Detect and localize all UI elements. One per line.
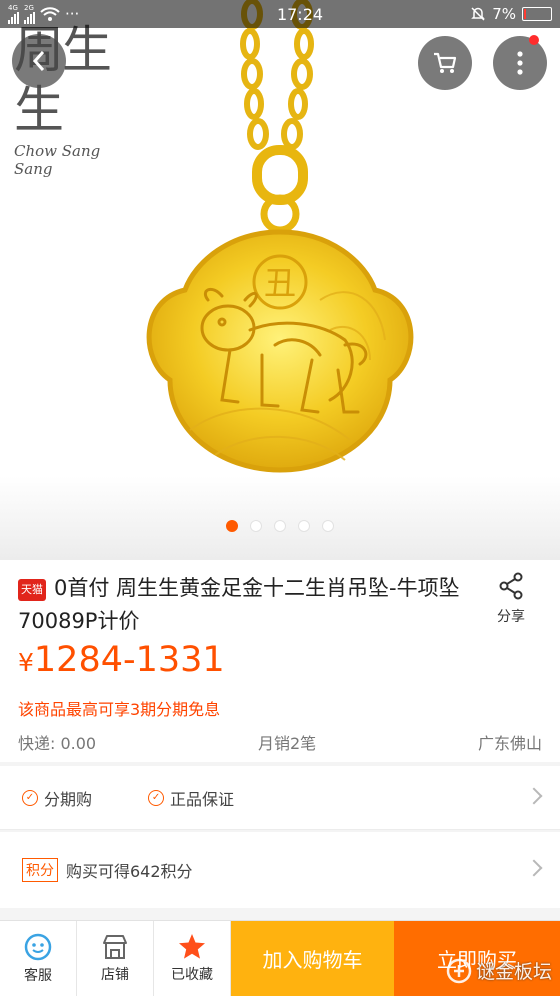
carousel-dot[interactable] xyxy=(250,520,262,532)
pendant-glyph: 丑 xyxy=(264,264,296,302)
product-title: 天猫 0首付 周生生黄金足金十二生肖吊坠-牛项坠70089P计价 xyxy=(18,572,478,638)
favorite-button[interactable]: 已收藏 xyxy=(154,921,231,996)
network-type-1: 4G xyxy=(8,3,18,12)
watermark-text: 谜金板坛 xyxy=(475,961,552,983)
store-label: 店铺 xyxy=(101,966,129,983)
installment-promo: 该商品最高可享3期分期免息 xyxy=(18,700,221,719)
carousel-dot[interactable] xyxy=(322,520,334,532)
points-text: 购买可得642积分 xyxy=(66,862,193,881)
gold-logo-icon xyxy=(446,958,472,983)
forum-watermark: 谜金板坛 xyxy=(446,957,552,984)
chevron-right-icon xyxy=(525,859,543,877)
brand-logo-english: Chow Sang Sang xyxy=(14,142,101,178)
battery-level-fill xyxy=(524,9,526,19)
tmall-badge: 天猫 xyxy=(18,579,46,601)
status-bar: 4G 2G ··· 17:24 7% xyxy=(0,0,560,28)
buy-now-button[interactable]: 立即购买 谜金板坛 xyxy=(394,921,560,996)
product-page: 丑 周生生 Chow Sang Sang xyxy=(0,0,560,996)
price-range: 1284-1331 xyxy=(33,640,225,680)
store-icon xyxy=(103,934,127,959)
more-options-button[interactable] xyxy=(493,36,547,90)
add-to-cart-button[interactable]: 加入购物车 xyxy=(231,921,394,996)
status-more-indicator: ··· xyxy=(65,5,80,23)
battery-percent: 7% xyxy=(492,5,516,23)
signal-indicator-2: 2G xyxy=(24,3,35,24)
notification-dot xyxy=(529,35,539,45)
monthly-sales: 月销2笔 xyxy=(257,734,317,753)
shopping-cart-icon xyxy=(434,52,457,73)
product-title-text: 0首付 周生生黄金足金十二生肖吊坠-牛项坠70089P计价 xyxy=(18,576,460,633)
service-authentic: ✓ 正品保证 xyxy=(148,786,234,810)
shipping-fee: 快递: 0.00 xyxy=(18,734,97,753)
share-icon xyxy=(499,572,523,600)
check-circle-icon: ✓ xyxy=(148,789,165,806)
store-button[interactable]: 店铺 xyxy=(77,921,154,996)
signal-bars-icon xyxy=(24,11,35,24)
service-label: 正品保证 xyxy=(170,789,235,809)
service-installment: ✓ 分期购 xyxy=(22,786,92,810)
chevron-right-icon xyxy=(525,787,543,804)
network-type-2: 2G xyxy=(24,3,34,12)
favorite-label: 已收藏 xyxy=(171,967,213,983)
carousel-indicator xyxy=(0,520,560,532)
customer-service-button[interactable]: 客服 xyxy=(0,921,77,996)
product-info-panel: 天猫 0首付 周生生黄金足金十二生肖吊坠-牛项坠70089P计价 分享 ¥1284… xyxy=(0,560,560,762)
bottom-action-bar: 客服 店铺 已收藏 加入购物车 立即购买 谜金板坛 xyxy=(0,920,560,996)
back-button[interactable] xyxy=(12,34,66,88)
product-meta: 快递: 0.00 月销2笔 广东佛山 xyxy=(18,730,542,754)
points-row[interactable]: 积分 购买可得642积分 xyxy=(0,832,560,908)
product-image-carousel[interactable]: 丑 周生生 Chow Sang Sang xyxy=(0,0,560,560)
currency-symbol: ¥ xyxy=(18,648,34,677)
service-label: 分期购 xyxy=(44,789,93,809)
customer-service-label: 客服 xyxy=(24,967,52,984)
customer-service-icon xyxy=(24,933,52,960)
vertical-dots-icon xyxy=(517,51,523,75)
cart-button[interactable] xyxy=(418,36,472,90)
status-time: 17:24 xyxy=(276,4,324,24)
ship-from-location: 广东佛山 xyxy=(477,734,542,753)
signal-bars-icon xyxy=(8,11,19,24)
carousel-dot[interactable] xyxy=(226,520,238,532)
chevron-left-icon xyxy=(32,51,45,71)
carousel-dot[interactable] xyxy=(298,520,310,532)
star-filled-icon xyxy=(179,934,205,959)
share-button[interactable]: 分享 xyxy=(488,572,534,626)
battery-icon xyxy=(522,7,552,21)
carousel-dot[interactable] xyxy=(274,520,286,532)
service-guarantee-row[interactable]: ✓ 分期购 ✓ 正品保证 xyxy=(0,766,560,830)
wifi-icon xyxy=(40,7,60,21)
share-label: 分享 xyxy=(497,609,525,625)
points-tag: 积分 xyxy=(22,858,58,882)
product-price: ¥1284-1331 xyxy=(18,640,225,680)
signal-indicator-1: 4G xyxy=(8,3,19,24)
bell-muted-icon xyxy=(471,7,486,21)
check-circle-icon: ✓ xyxy=(22,789,38,806)
